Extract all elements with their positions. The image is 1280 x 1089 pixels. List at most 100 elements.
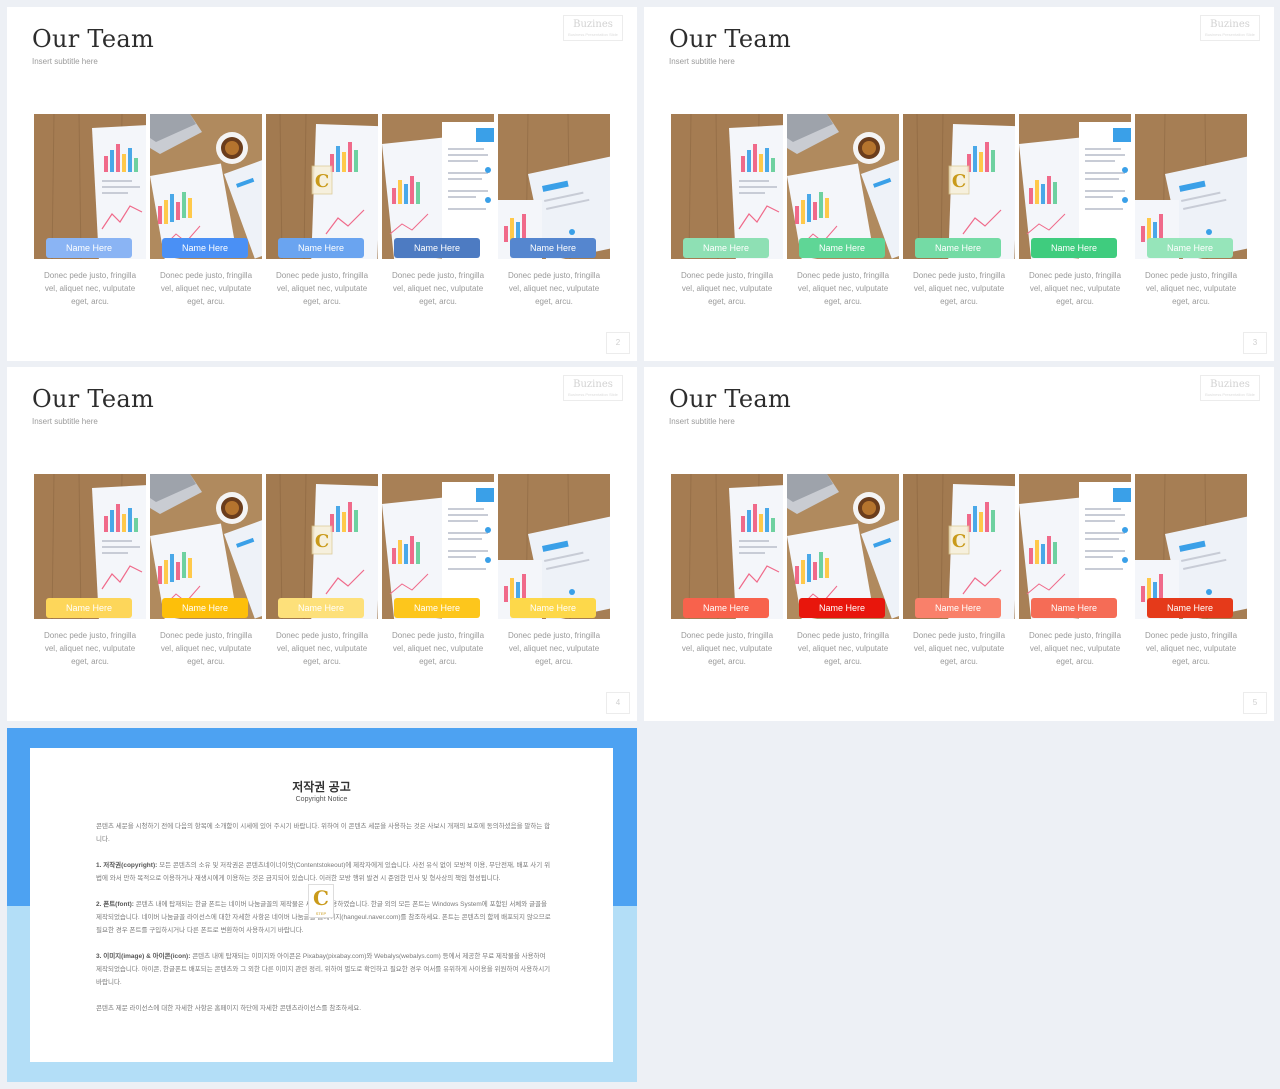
member-name-badge: Name Here xyxy=(162,238,248,258)
page-number: 3 xyxy=(1243,332,1267,354)
slide-title: Our Team xyxy=(669,385,792,413)
member-description: Donec pede justo, fringilla vel, aliquet… xyxy=(796,271,890,306)
copyright-body: 콘텐츠 세문을 시청하기 전에 다음의 항목에 소개함이 시세에 있어 주시기 … xyxy=(96,820,551,1028)
member-description: Donec pede justo, fringilla vel, aliquet… xyxy=(507,631,601,666)
copyright-slide: 저작권 공고 Copyright Notice 콘텐츠 세문을 시청하기 전에 … xyxy=(7,728,637,1082)
member-name-badge: Name Here xyxy=(162,598,248,618)
member-name-badge: Name Here xyxy=(394,238,480,258)
member-description: Donec pede justo, fringilla vel, aliquet… xyxy=(275,631,369,666)
svg-text:C: C xyxy=(952,531,966,552)
member-name-badge: Name Here xyxy=(799,238,885,258)
brand-tagline: Business Presentation Slide xyxy=(568,32,618,37)
member-name-badge: Name Here xyxy=(1147,238,1233,258)
brand-tagline: Business Presentation Slide xyxy=(568,392,618,397)
member-name-badge: Name Here xyxy=(46,598,132,618)
member-name-badge: Name Here xyxy=(1031,238,1117,258)
member-name-badge: Name Here xyxy=(799,598,885,618)
team-member-card: Name Here Donec pede justo, fringilla ve… xyxy=(671,474,783,668)
member-name-badge: Name Here xyxy=(1147,598,1233,618)
copyright-item-1: 1. 저작권(copyright): 모든 콘텐츠의 소유 및 저작권은 콘텐츠… xyxy=(96,859,551,885)
member-description: Donec pede justo, fringilla vel, aliquet… xyxy=(1144,271,1238,306)
member-description: Donec pede justo, fringilla vel, aliquet… xyxy=(1028,631,1122,666)
team-member-card: Name Here Donec pede justo, fringilla ve… xyxy=(150,474,262,668)
brand-name: Buzines xyxy=(1210,379,1250,390)
member-description: Donec pede justo, fringilla vel, aliquet… xyxy=(275,271,369,306)
member-name-badge: Name Here xyxy=(510,598,596,618)
seal-logo-icon: C STEP xyxy=(308,884,334,918)
member-description: Donec pede justo, fringilla vel, aliquet… xyxy=(159,631,253,666)
member-description: Donec pede justo, fringilla vel, aliquet… xyxy=(43,631,137,666)
member-description: Donec pede justo, fringilla vel, aliquet… xyxy=(1028,271,1122,306)
team-members: Name Here Donec pede justo, fringilla ve… xyxy=(671,474,1247,668)
copyright-footer: 콘텐츠 제문 라이선스에 대한 자세한 사항은 홈페이지 하단에 자세한 콘텐츠… xyxy=(96,1005,362,1012)
brand-logo: Buzines Business Presentation Slide xyxy=(1200,375,1260,401)
team-member-card: Name Here Donec pede justo, fringilla ve… xyxy=(1135,474,1247,668)
member-name-badge: Name Here xyxy=(510,238,596,258)
slide-subtitle: Insert subtitle here xyxy=(669,57,735,66)
copyright-title: 저작권 공고 xyxy=(292,780,351,794)
brand-logo: Buzines Business Presentation Slide xyxy=(1200,15,1260,41)
member-description: Donec pede justo, fringilla vel, aliquet… xyxy=(680,271,774,306)
team-slide: Our Team Insert subtitle here Buzines Bu… xyxy=(7,367,637,721)
member-description: Donec pede justo, fringilla vel, aliquet… xyxy=(391,631,485,666)
copyright-item-1-label: 1. 저작권(copyright): xyxy=(96,862,158,869)
svg-text:C: C xyxy=(315,531,329,552)
member-name-badge: Name Here xyxy=(46,238,132,258)
svg-text:C: C xyxy=(315,171,329,192)
slide-title: Our Team xyxy=(32,25,155,53)
brand-name: Buzines xyxy=(1210,19,1250,30)
member-name-badge: Name Here xyxy=(278,238,364,258)
member-description: Donec pede justo, fringilla vel, aliquet… xyxy=(1144,631,1238,666)
member-description: Donec pede justo, fringilla vel, aliquet… xyxy=(391,271,485,306)
team-member-card: Name Here Donec pede justo, fringilla ve… xyxy=(1019,474,1131,668)
brand-name: Buzines xyxy=(573,19,613,30)
team-member-card: Name Here Donec pede justo, fringilla ve… xyxy=(671,114,783,308)
brand-tagline: Business Presentation Slide xyxy=(1205,32,1255,37)
copyright-subtitle: Copyright Notice xyxy=(295,796,348,803)
copyright-card: 저작권 공고 Copyright Notice 콘텐츠 세문을 시청하기 전에 … xyxy=(30,748,613,1062)
team-member-card: C Name Here Donec pede justo, fringilla … xyxy=(903,114,1015,308)
team-slide: Our Team Insert subtitle here Buzines Bu… xyxy=(644,7,1274,361)
copyright-item-2-label: 2. 폰트(font): xyxy=(96,901,134,908)
svg-text:C: C xyxy=(952,171,966,192)
member-description: Donec pede justo, fringilla vel, aliquet… xyxy=(680,631,774,666)
member-name-badge: Name Here xyxy=(394,598,480,618)
team-member-card: Name Here Donec pede justo, fringilla ve… xyxy=(498,114,610,308)
team-member-card: Name Here Donec pede justo, fringilla ve… xyxy=(382,114,494,308)
member-description: Donec pede justo, fringilla vel, aliquet… xyxy=(912,271,1006,306)
team-member-card: Name Here Donec pede justo, fringilla ve… xyxy=(34,114,146,308)
copyright-intro: 콘텐츠 세문을 시청하기 전에 다음의 항목에 소개함이 시세에 있어 주시기 … xyxy=(96,823,551,843)
seal-word: STEP xyxy=(315,911,327,916)
team-member-card: C Name Here Donec pede justo, fringilla … xyxy=(266,474,378,668)
team-members: Name Here Donec pede justo, fringilla ve… xyxy=(34,474,610,668)
member-name-badge: Name Here xyxy=(915,598,1001,618)
member-name-badge: Name Here xyxy=(915,238,1001,258)
brand-name: Buzines xyxy=(573,379,613,390)
team-member-card: C Name Here Donec pede justo, fringilla … xyxy=(903,474,1015,668)
member-name-badge: Name Here xyxy=(683,598,769,618)
team-member-card: Name Here Donec pede justo, fringilla ve… xyxy=(150,114,262,308)
page-number: 4 xyxy=(606,692,630,714)
member-name-badge: Name Here xyxy=(278,598,364,618)
copyright-item-3-label: 3. 이미지(image) & 아이콘(icon): xyxy=(96,953,191,960)
page-number: 5 xyxy=(1243,692,1267,714)
member-description: Donec pede justo, fringilla vel, aliquet… xyxy=(796,631,890,666)
slide-title: Our Team xyxy=(32,385,155,413)
slide-title: Our Team xyxy=(669,25,792,53)
copyright-item-1-text: 모든 콘텐츠의 소유 및 저작권은 콘텐츠네이너이앗(Contentstokeo… xyxy=(96,862,551,882)
slide-subtitle: Insert subtitle here xyxy=(32,417,98,426)
team-member-card: Name Here Donec pede justo, fringilla ve… xyxy=(498,474,610,668)
seal-letter: C xyxy=(313,886,329,910)
team-member-card: Name Here Donec pede justo, fringilla ve… xyxy=(382,474,494,668)
team-member-card: Name Here Donec pede justo, fringilla ve… xyxy=(787,114,899,308)
team-members: Name Here Donec pede justo, fringilla ve… xyxy=(671,114,1247,308)
member-name-badge: Name Here xyxy=(683,238,769,258)
team-members: Name Here Donec pede justo, fringilla ve… xyxy=(34,114,610,308)
team-slide: Our Team Insert subtitle here Buzines Bu… xyxy=(644,367,1274,721)
team-member-card: Name Here Donec pede justo, fringilla ve… xyxy=(1019,114,1131,308)
team-slide: Our Team Insert subtitle here Buzines Bu… xyxy=(7,7,637,361)
team-member-card: Name Here Donec pede justo, fringilla ve… xyxy=(787,474,899,668)
team-member-card: Name Here Donec pede justo, fringilla ve… xyxy=(1135,114,1247,308)
team-member-card: Name Here Donec pede justo, fringilla ve… xyxy=(34,474,146,668)
brand-tagline: Business Presentation Slide xyxy=(1205,392,1255,397)
